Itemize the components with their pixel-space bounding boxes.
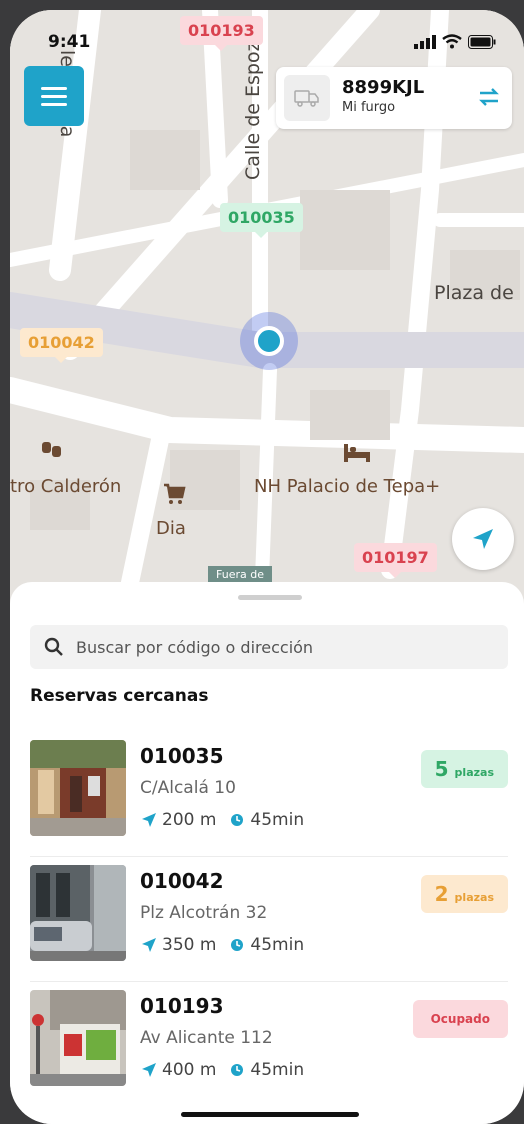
poi-label-teatro: tro Calderón xyxy=(10,476,122,497)
vehicle-plate: 8899KJL xyxy=(342,77,425,98)
clock-icon xyxy=(231,1064,244,1076)
navigation-arrow-icon xyxy=(142,938,156,952)
reservation-address: C/Alcalá 10 xyxy=(140,778,236,798)
menu-button[interactable] xyxy=(24,66,84,126)
reservation-list: 010035 C/Alcalá 10 200 m 45min 5 plazas xyxy=(30,732,508,1107)
vehicle-name: Mi furgo xyxy=(342,100,396,115)
reservation-time: 45min xyxy=(250,810,305,830)
poi-label-dia: Dia xyxy=(156,518,186,539)
location-thumbnail xyxy=(30,990,126,1086)
reservation-distance: 350 m xyxy=(162,935,217,955)
status-bar: 9:41 xyxy=(10,28,524,58)
theater-icon xyxy=(40,440,64,467)
swap-vehicle-icon[interactable] xyxy=(478,87,500,111)
user-location-dot xyxy=(254,326,284,356)
list-item[interactable]: 010042 Plz Alcotrán 32 350 m 45min 2 pla… xyxy=(30,857,508,982)
shopping-cart-icon xyxy=(162,482,186,511)
locate-me-button[interactable] xyxy=(452,508,514,570)
reservation-distance: 200 m xyxy=(162,810,217,830)
poi-label-hotel: NH Palacio de Tepa+ xyxy=(254,476,441,497)
home-indicator[interactable] xyxy=(181,1112,359,1117)
occupied-badge: Ocupado xyxy=(412,1000,508,1038)
van-icon xyxy=(284,75,330,121)
sheet-grab-handle[interactable] xyxy=(238,595,302,600)
map-marker-010035[interactable]: 010035 xyxy=(220,203,303,238)
navigation-arrow-icon xyxy=(473,529,493,549)
reservation-address: Av Alicante 112 xyxy=(140,1028,273,1048)
map-view[interactable]: le Arrieta Calle de Espoz Plaza de tro C… xyxy=(10,10,524,630)
list-item[interactable]: 010193 Av Alicante 112 400 m 45min Ocupa… xyxy=(30,982,508,1107)
clock-icon xyxy=(231,814,244,826)
street-label-plaza: Plaza de xyxy=(434,282,514,304)
hamburger-icon xyxy=(41,86,67,90)
area-label-fuera: Fuera de xyxy=(208,566,272,583)
list-item[interactable]: 010035 C/Alcalá 10 200 m 45min 5 plazas xyxy=(30,732,508,857)
availability-badge: 5 plazas xyxy=(420,750,508,788)
location-thumbnail xyxy=(30,865,126,961)
wifi-icon xyxy=(442,34,462,49)
reservation-code: 010042 xyxy=(140,869,224,893)
reservation-time: 45min xyxy=(250,935,305,955)
navigation-arrow-icon xyxy=(142,813,156,827)
reservation-distance: 400 m xyxy=(162,1060,217,1080)
status-time: 9:41 xyxy=(48,32,91,52)
reservation-address: Plz Alcotrán 32 xyxy=(140,903,268,923)
search-input[interactable] xyxy=(76,637,476,657)
search-bar[interactable] xyxy=(30,625,508,669)
map-marker-010197[interactable]: 010197 xyxy=(354,543,437,578)
battery-icon xyxy=(468,34,496,49)
signal-icon xyxy=(414,34,436,49)
phone-screen: le Arrieta Calle de Espoz Plaza de tro C… xyxy=(10,10,524,1124)
location-thumbnail xyxy=(30,740,126,836)
clock-icon xyxy=(231,939,244,951)
reservation-code: 010035 xyxy=(140,744,224,768)
search-icon xyxy=(44,637,63,656)
reservation-time: 45min xyxy=(250,1060,305,1080)
section-title: Reservas cercanas xyxy=(30,686,209,706)
vehicle-card[interactable]: 8899KJL Mi furgo xyxy=(276,67,512,129)
street-label-espoz: Calle de Espoz xyxy=(242,41,264,180)
availability-badge: 2 plazas xyxy=(420,875,508,913)
reservation-code: 010193 xyxy=(140,994,224,1018)
navigation-arrow-icon xyxy=(142,1063,156,1077)
bottom-sheet[interactable]: Reservas cercanas 010035 C/Alcalá 10 200… xyxy=(10,582,524,1124)
status-icons xyxy=(414,34,496,49)
map-marker-010042[interactable]: 010042 xyxy=(20,328,103,363)
hotel-icon xyxy=(342,442,372,469)
